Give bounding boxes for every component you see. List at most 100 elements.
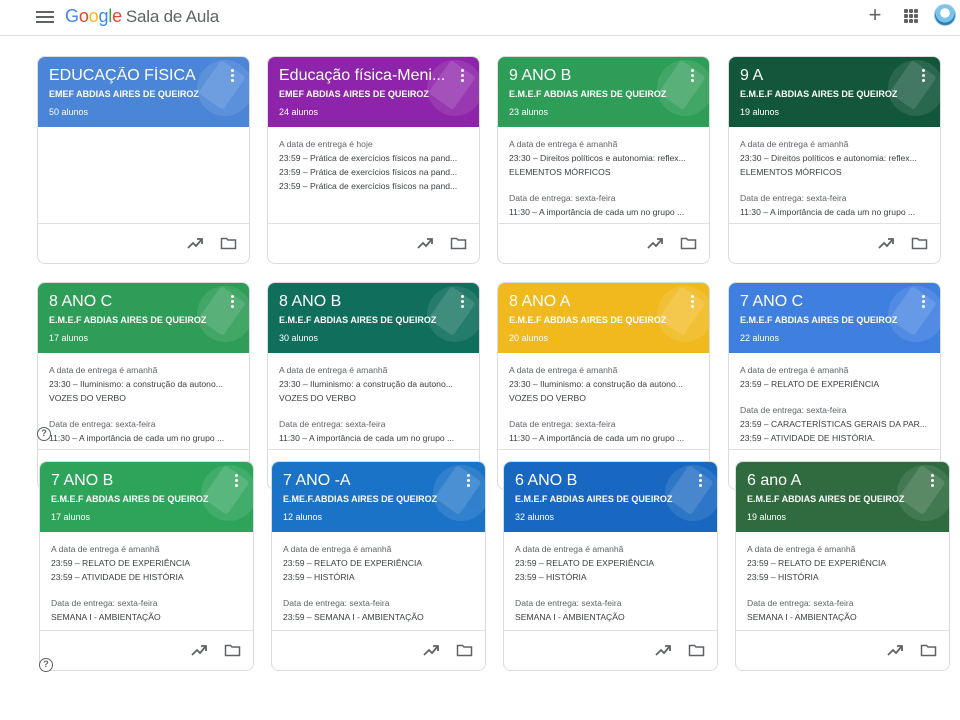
card-banner[interactable]: Educação física-Meni... EMEF ABDIAS AIRE…: [268, 57, 479, 127]
assignment-link[interactable]: 23:59 – RELATO DE EXPERIÊNCIA: [747, 556, 937, 570]
more-options-icon[interactable]: [691, 69, 695, 83]
more-options-icon[interactable]: [691, 295, 695, 309]
class-title[interactable]: 7 ANO C: [740, 293, 912, 311]
assignment-link[interactable]: 11:30 – A importância de cada um no grup…: [509, 431, 699, 445]
trending-up-icon[interactable]: [191, 643, 207, 657]
apps-grid-icon[interactable]: [904, 9, 918, 23]
class-title[interactable]: 8 ANO C: [49, 293, 221, 311]
folder-icon[interactable]: [911, 236, 928, 250]
card-banner[interactable]: 8 ANO C E.M.E.F ABDIAS AIRES DE QUEIROZ …: [38, 283, 249, 353]
trending-up-icon[interactable]: [878, 236, 894, 250]
class-card[interactable]: 6 ANO B E.M.E.F ABDIAS AIRES DE QUEIROZ …: [503, 461, 718, 671]
card-banner[interactable]: 8 ANO A E.M.E.F ABDIAS AIRES DE QUEIROZ …: [498, 283, 709, 353]
class-title[interactable]: 6 ano A: [747, 472, 919, 490]
assignment-link[interactable]: 23:59 – CARACTERÍSTICAS GERAIS DA PAR...: [740, 417, 930, 431]
more-options-icon[interactable]: [922, 69, 926, 83]
assignment-link[interactable]: 23:30 – Iluminismo: a construção da auto…: [509, 377, 699, 391]
more-options-icon[interactable]: [235, 474, 239, 488]
card-banner[interactable]: 9 A E.M.E.F ABDIAS AIRES DE QUEIROZ 19 a…: [729, 57, 940, 127]
assignment-link[interactable]: 23:30 – Iluminismo: a construção da auto…: [279, 377, 469, 391]
class-card[interactable]: 7 ANO -A E.ME.F.ABDIAS AIRES DE QUEIROZ …: [271, 461, 486, 671]
card-banner[interactable]: 6 ano A E.M.E.F ABDIAS AIRES DE QUEIROZ …: [736, 462, 949, 532]
more-options-icon[interactable]: [231, 69, 235, 83]
assignment-link[interactable]: 23:59 – RELATO DE EXPERIÊNCIA: [740, 377, 930, 391]
trending-up-icon[interactable]: [423, 643, 439, 657]
card-banner[interactable]: 7 ANO -A E.ME.F.ABDIAS AIRES DE QUEIROZ …: [272, 462, 485, 532]
class-card[interactable]: Educação física-Meni... EMEF ABDIAS AIRE…: [267, 56, 480, 264]
assignment-link[interactable]: 11:30 – A importância de cada um no grup…: [740, 205, 930, 219]
assignment-link[interactable]: ELEMENTOS MÓRFICOS: [509, 165, 699, 179]
assignment-link[interactable]: 23:59 – ATIVIDADE DE HISTÓRIA.: [740, 431, 930, 445]
class-title[interactable]: 6 ANO B: [515, 472, 687, 490]
card-banner[interactable]: 6 ANO B E.M.E.F ABDIAS AIRES DE QUEIROZ …: [504, 462, 717, 532]
assignment-link[interactable]: VOZES DO VERBO: [509, 391, 699, 405]
assignment-link[interactable]: 23:59 – Prática de exercícios físicos na…: [279, 165, 469, 179]
folder-icon[interactable]: [220, 236, 237, 250]
help-icon[interactable]: ?: [37, 427, 51, 441]
plus-icon[interactable]: +: [864, 4, 886, 26]
trending-up-icon[interactable]: [887, 643, 903, 657]
assignment-link[interactable]: 23:59 – HISTÓRIA: [515, 570, 705, 584]
class-card[interactable]: 9 A E.M.E.F ABDIAS AIRES DE QUEIROZ 19 a…: [728, 56, 941, 264]
folder-icon[interactable]: [688, 643, 705, 657]
assignment-link[interactable]: SEMANA I - AMBIENTAÇÃO: [515, 610, 705, 624]
class-title[interactable]: 7 ANO B: [51, 472, 223, 490]
class-card[interactable]: 7 ANO C E.M.E.F ABDIAS AIRES DE QUEIROZ …: [728, 282, 941, 490]
more-options-icon[interactable]: [467, 474, 471, 488]
card-banner[interactable]: 7 ANO C E.M.E.F ABDIAS AIRES DE QUEIROZ …: [729, 283, 940, 353]
more-options-icon[interactable]: [461, 69, 465, 83]
assignment-link[interactable]: SEMANA I - AMBIENTAÇÃO: [747, 610, 937, 624]
assignment-link[interactable]: SEMANA I - AMBIENTAÇÃO: [51, 610, 241, 624]
class-card[interactable]: 8 ANO A E.M.E.F ABDIAS AIRES DE QUEIROZ …: [497, 282, 710, 490]
card-banner[interactable]: 7 ANO B E.M.E.F ABDIAS AIRES DE QUEIROZ …: [40, 462, 253, 532]
more-options-icon[interactable]: [922, 295, 926, 309]
assignment-link[interactable]: 23:59 – HISTÓRIA: [747, 570, 937, 584]
trending-up-icon[interactable]: [647, 236, 663, 250]
folder-icon[interactable]: [456, 643, 473, 657]
hamburger-icon[interactable]: [36, 8, 54, 26]
assignment-link[interactable]: 11:30 – A importância de cada um no grup…: [279, 431, 469, 445]
assignment-link[interactable]: 23:59 – ATIVIDADE DE HISTÓRIA: [51, 570, 241, 584]
more-options-icon[interactable]: [699, 474, 703, 488]
trending-up-icon[interactable]: [655, 643, 671, 657]
card-banner[interactable]: EDUCAÇÃO FÍSICA EMEF ABDIAS AIRES DE QUE…: [38, 57, 249, 127]
class-title[interactable]: 9 A: [740, 67, 912, 85]
assignment-link[interactable]: 11:30 – A importância de cada um no grup…: [509, 205, 699, 219]
class-title[interactable]: 8 ANO A: [509, 293, 681, 311]
class-card[interactable]: 6 ano A E.M.E.F ABDIAS AIRES DE QUEIROZ …: [735, 461, 950, 671]
assignment-link[interactable]: 23:59 – SEMANA I - AMBIENTAÇÃO: [283, 610, 473, 624]
folder-icon[interactable]: [920, 643, 937, 657]
trending-up-icon[interactable]: [187, 236, 203, 250]
assignment-link[interactable]: 23:30 – Direitos políticos e autonomia: …: [740, 151, 930, 165]
class-card[interactable]: 8 ANO B E.M.E.F ABDIAS AIRES DE QUEIROZ …: [267, 282, 480, 490]
folder-icon[interactable]: [224, 643, 241, 657]
assignment-link[interactable]: VOZES DO VERBO: [279, 391, 469, 405]
assignment-link[interactable]: 23:59 – Prática de exercícios físicos na…: [279, 151, 469, 165]
class-card[interactable]: 9 ANO B E.M.E.F ABDIAS AIRES DE QUEIROZ …: [497, 56, 710, 264]
assignment-link[interactable]: 23:30 – Iluminismo: a construção da auto…: [49, 377, 239, 391]
trending-up-icon[interactable]: [417, 236, 433, 250]
assignment-link[interactable]: 23:59 – Prática de exercícios físicos na…: [279, 179, 469, 193]
assignment-link[interactable]: 23:59 – RELATO DE EXPERIÊNCIA: [283, 556, 473, 570]
card-banner[interactable]: 9 ANO B E.M.E.F ABDIAS AIRES DE QUEIROZ …: [498, 57, 709, 127]
card-banner[interactable]: 8 ANO B E.M.E.F ABDIAS AIRES DE QUEIROZ …: [268, 283, 479, 353]
help-icon[interactable]: ?: [39, 658, 53, 672]
class-title[interactable]: EDUCAÇÃO FÍSICA: [49, 67, 221, 85]
avatar[interactable]: [934, 4, 956, 26]
class-title[interactable]: 9 ANO B: [509, 67, 681, 85]
assignment-link[interactable]: 23:59 – RELATO DE EXPERIÊNCIA: [515, 556, 705, 570]
class-title[interactable]: Educação física-Meni...: [279, 67, 451, 85]
folder-icon[interactable]: [450, 236, 467, 250]
class-card[interactable]: 8 ANO C E.M.E.F ABDIAS AIRES DE QUEIROZ …: [37, 282, 250, 490]
app-logo[interactable]: Google Sala de Aula: [65, 6, 219, 27]
class-card[interactable]: 7 ANO B E.M.E.F ABDIAS AIRES DE QUEIROZ …: [39, 461, 254, 671]
class-card[interactable]: EDUCAÇÃO FÍSICA EMEF ABDIAS AIRES DE QUE…: [37, 56, 250, 264]
assignment-link[interactable]: 23:30 – Direitos políticos e autonomia: …: [509, 151, 699, 165]
class-title[interactable]: 8 ANO B: [279, 293, 451, 311]
class-title[interactable]: 7 ANO -A: [283, 472, 455, 490]
assignment-link[interactable]: 23:59 – HISTÓRIA: [283, 570, 473, 584]
folder-icon[interactable]: [680, 236, 697, 250]
more-options-icon[interactable]: [931, 474, 935, 488]
assignment-link[interactable]: ELEMENTOS MÓRFICOS: [740, 165, 930, 179]
assignment-link[interactable]: 23:59 – RELATO DE EXPERIÊNCIA: [51, 556, 241, 570]
